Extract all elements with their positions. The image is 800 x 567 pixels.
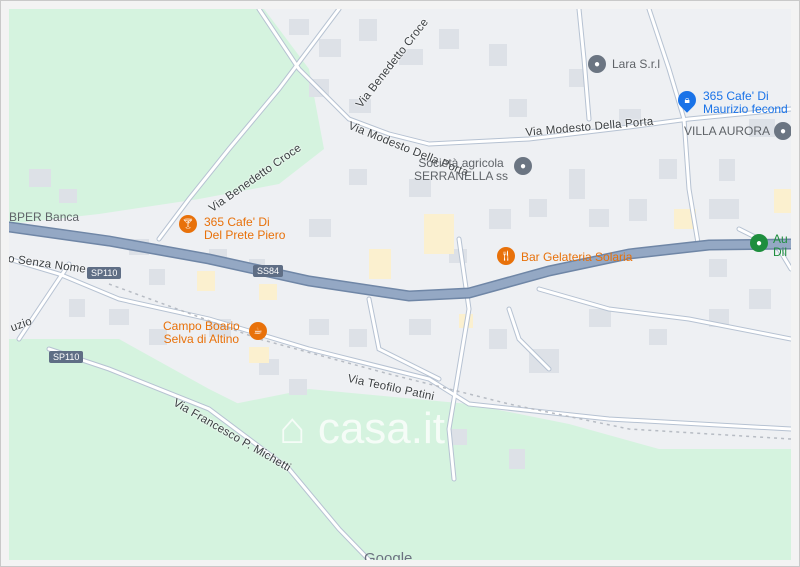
poi-au-label[interactable]: Au Dil: [773, 233, 788, 259]
lara-place-pin-icon[interactable]: ●: [588, 55, 606, 73]
green-area-northwest: [9, 9, 324, 224]
watermark-casa-it: ⌂ casa.it: [279, 404, 445, 453]
societa-place-pin-icon[interactable]: ●: [514, 157, 532, 175]
poi-villa-aurora-label[interactable]: VILLA AURORA: [684, 125, 770, 138]
poi-cafe-prete-line2: Del Prete Piero: [204, 228, 286, 242]
main-road-ss84: [9, 223, 791, 301]
road-shield-sp110: SP110: [87, 267, 122, 279]
cafe-prete-cocktail-icon[interactable]: 🍸︎: [179, 215, 197, 233]
villa-aurora-place-pin-icon[interactable]: ●: [774, 122, 791, 140]
poi-campo-boario-label[interactable]: Campo Boario Selva di Altino: [163, 320, 240, 346]
poi-campo-boario-line2: Selva di Altino: [163, 332, 240, 346]
poi-au-line2: Dil: [773, 245, 787, 259]
poi-bar-gelateria-label[interactable]: Bar Gelateria Solaria: [521, 251, 632, 264]
map-base-layer: [9, 9, 791, 560]
poi-lara-label[interactable]: Lara S.r.l: [612, 58, 660, 71]
poi-societa-label[interactable]: Società agricola SERRANELLA ss: [414, 157, 508, 183]
google-logo: Google: [364, 550, 413, 560]
main-road-outline: [9, 221, 791, 302]
campo-boario-coffee-icon[interactable]: ☕︎: [249, 322, 267, 340]
poi-societa-line2: SERRANELLA ss: [414, 169, 509, 183]
map-canvas[interactable]: ⌂ casa.it Via Benedetto Croce Via Benede…: [9, 9, 791, 560]
poi-cafe-maurizio-line2: Maurizio fecond: [703, 102, 788, 116]
map-frame: ⌂ casa.it Via Benedetto Croce Via Benede…: [0, 0, 800, 567]
house-watermark-icon: ⌂: [279, 404, 306, 453]
poi-cafe-maurizio-label[interactable]: 365 Cafe' Di Maurizio fecond: [703, 90, 788, 116]
poi-bper-label[interactable]: BPER Banca: [9, 211, 79, 224]
road-shield-ss84: SS84: [253, 265, 284, 277]
au-attraction-pin-icon[interactable]: ●: [750, 234, 768, 252]
bar-gelateria-restaurant-icon[interactable]: 🍴︎: [497, 247, 515, 265]
road-shield-sp110-south: SP110: [49, 351, 84, 363]
poi-cafe-prete-label[interactable]: 365 Cafe' Di Del Prete Piero: [204, 216, 285, 242]
